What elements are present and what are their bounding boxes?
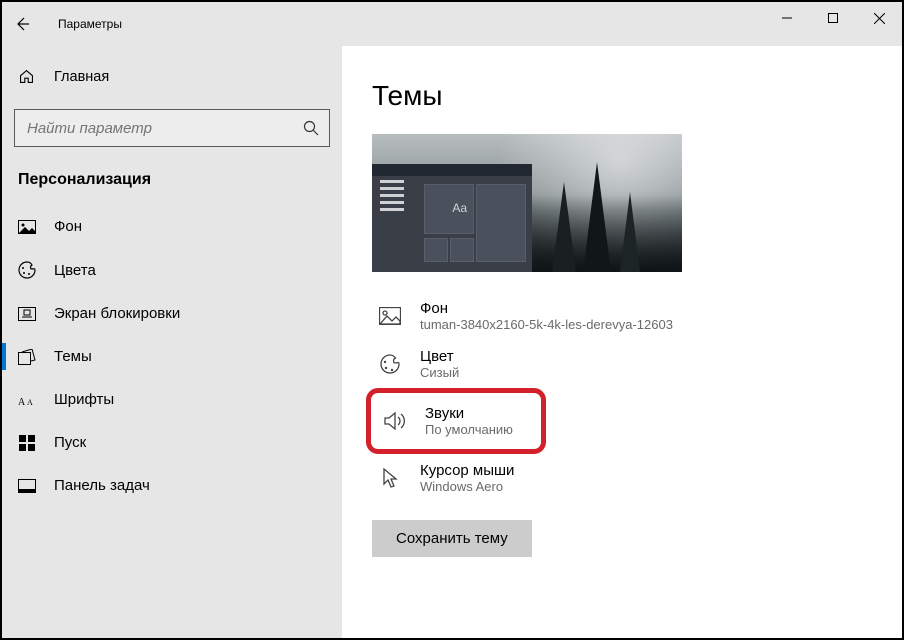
maximize-button[interactable]	[810, 2, 856, 34]
nav-label: Панель задач	[54, 477, 150, 494]
row-title: Фон	[420, 300, 673, 317]
lockscreen-icon	[18, 307, 36, 321]
picture-icon	[378, 307, 402, 325]
row-sub: tuman-3840x2160-5k-4k-les-derevya-12603	[420, 317, 673, 332]
taskbar-icon	[18, 479, 36, 493]
minimize-button[interactable]	[764, 2, 810, 34]
themes-icon	[18, 349, 36, 365]
nav-label: Пуск	[54, 434, 86, 451]
theme-row-sounds[interactable]: Звуки По умолчанию	[371, 397, 541, 445]
sidebar-item-fonts[interactable]: AA Шрифты	[12, 378, 332, 421]
start-icon	[18, 435, 36, 451]
sidebar-item-start[interactable]: Пуск	[12, 421, 332, 464]
home-label: Главная	[54, 69, 109, 85]
home-link[interactable]: Главная	[12, 58, 332, 95]
sound-icon	[383, 410, 407, 432]
preview-mock-window: Aa	[372, 164, 532, 272]
close-button[interactable]	[856, 2, 902, 34]
theme-row-color[interactable]: Цвет Сизый	[372, 340, 872, 388]
preview-sample-text: Aa	[452, 201, 467, 215]
theme-preview[interactable]: Aa	[372, 134, 682, 272]
colors-icon	[18, 261, 36, 279]
svg-text:A: A	[18, 397, 26, 407]
search-icon	[303, 120, 319, 136]
sidebar-item-colors[interactable]: Цвета	[12, 248, 332, 292]
back-button[interactable]	[2, 2, 42, 46]
sidebar-item-taskbar[interactable]: Панель задач	[12, 464, 332, 507]
palette-icon	[378, 353, 402, 375]
sidebar-item-background[interactable]: Фон	[12, 205, 332, 248]
nav-label: Шрифты	[54, 391, 114, 408]
titlebar: Параметры	[2, 2, 902, 46]
row-title: Курсор мыши	[420, 462, 514, 479]
theme-row-cursor[interactable]: Курсор мыши Windows Aero	[372, 454, 872, 502]
theme-row-background[interactable]: Фон tuman-3840x2160-5k-4k-les-derevya-12…	[372, 292, 872, 340]
search-field[interactable]	[25, 119, 265, 138]
content-area: Темы Aa Фон tuman-3840x2160-5k-4k-les-de…	[342, 46, 902, 638]
nav-label: Фон	[54, 218, 82, 235]
home-icon	[18, 68, 36, 85]
page-title: Темы	[372, 80, 872, 112]
row-sub: Windows Aero	[420, 479, 514, 494]
row-title: Звуки	[425, 405, 513, 422]
search-input[interactable]	[14, 109, 330, 147]
row-sub: Сизый	[420, 365, 459, 380]
fonts-icon: AA	[18, 393, 36, 407]
svg-text:A: A	[27, 398, 33, 407]
nav-label: Цвета	[54, 262, 96, 279]
background-icon	[18, 220, 36, 234]
save-theme-button[interactable]: Сохранить тему	[372, 520, 532, 557]
row-title: Цвет	[420, 348, 459, 365]
row-sub: По умолчанию	[425, 422, 513, 437]
nav-label: Темы	[54, 348, 92, 365]
window-caption: Параметры	[58, 17, 122, 31]
section-title: Персонализация	[12, 165, 332, 205]
sidebar: Главная Персонализация Фон Цвета Экран б…	[2, 46, 342, 638]
sidebar-item-lockscreen[interactable]: Экран блокировки	[12, 292, 332, 335]
sidebar-item-themes[interactable]: Темы	[12, 335, 332, 378]
nav-label: Экран блокировки	[54, 305, 180, 322]
cursor-icon	[378, 467, 402, 489]
sounds-highlight: Звуки По умолчанию	[366, 388, 546, 454]
